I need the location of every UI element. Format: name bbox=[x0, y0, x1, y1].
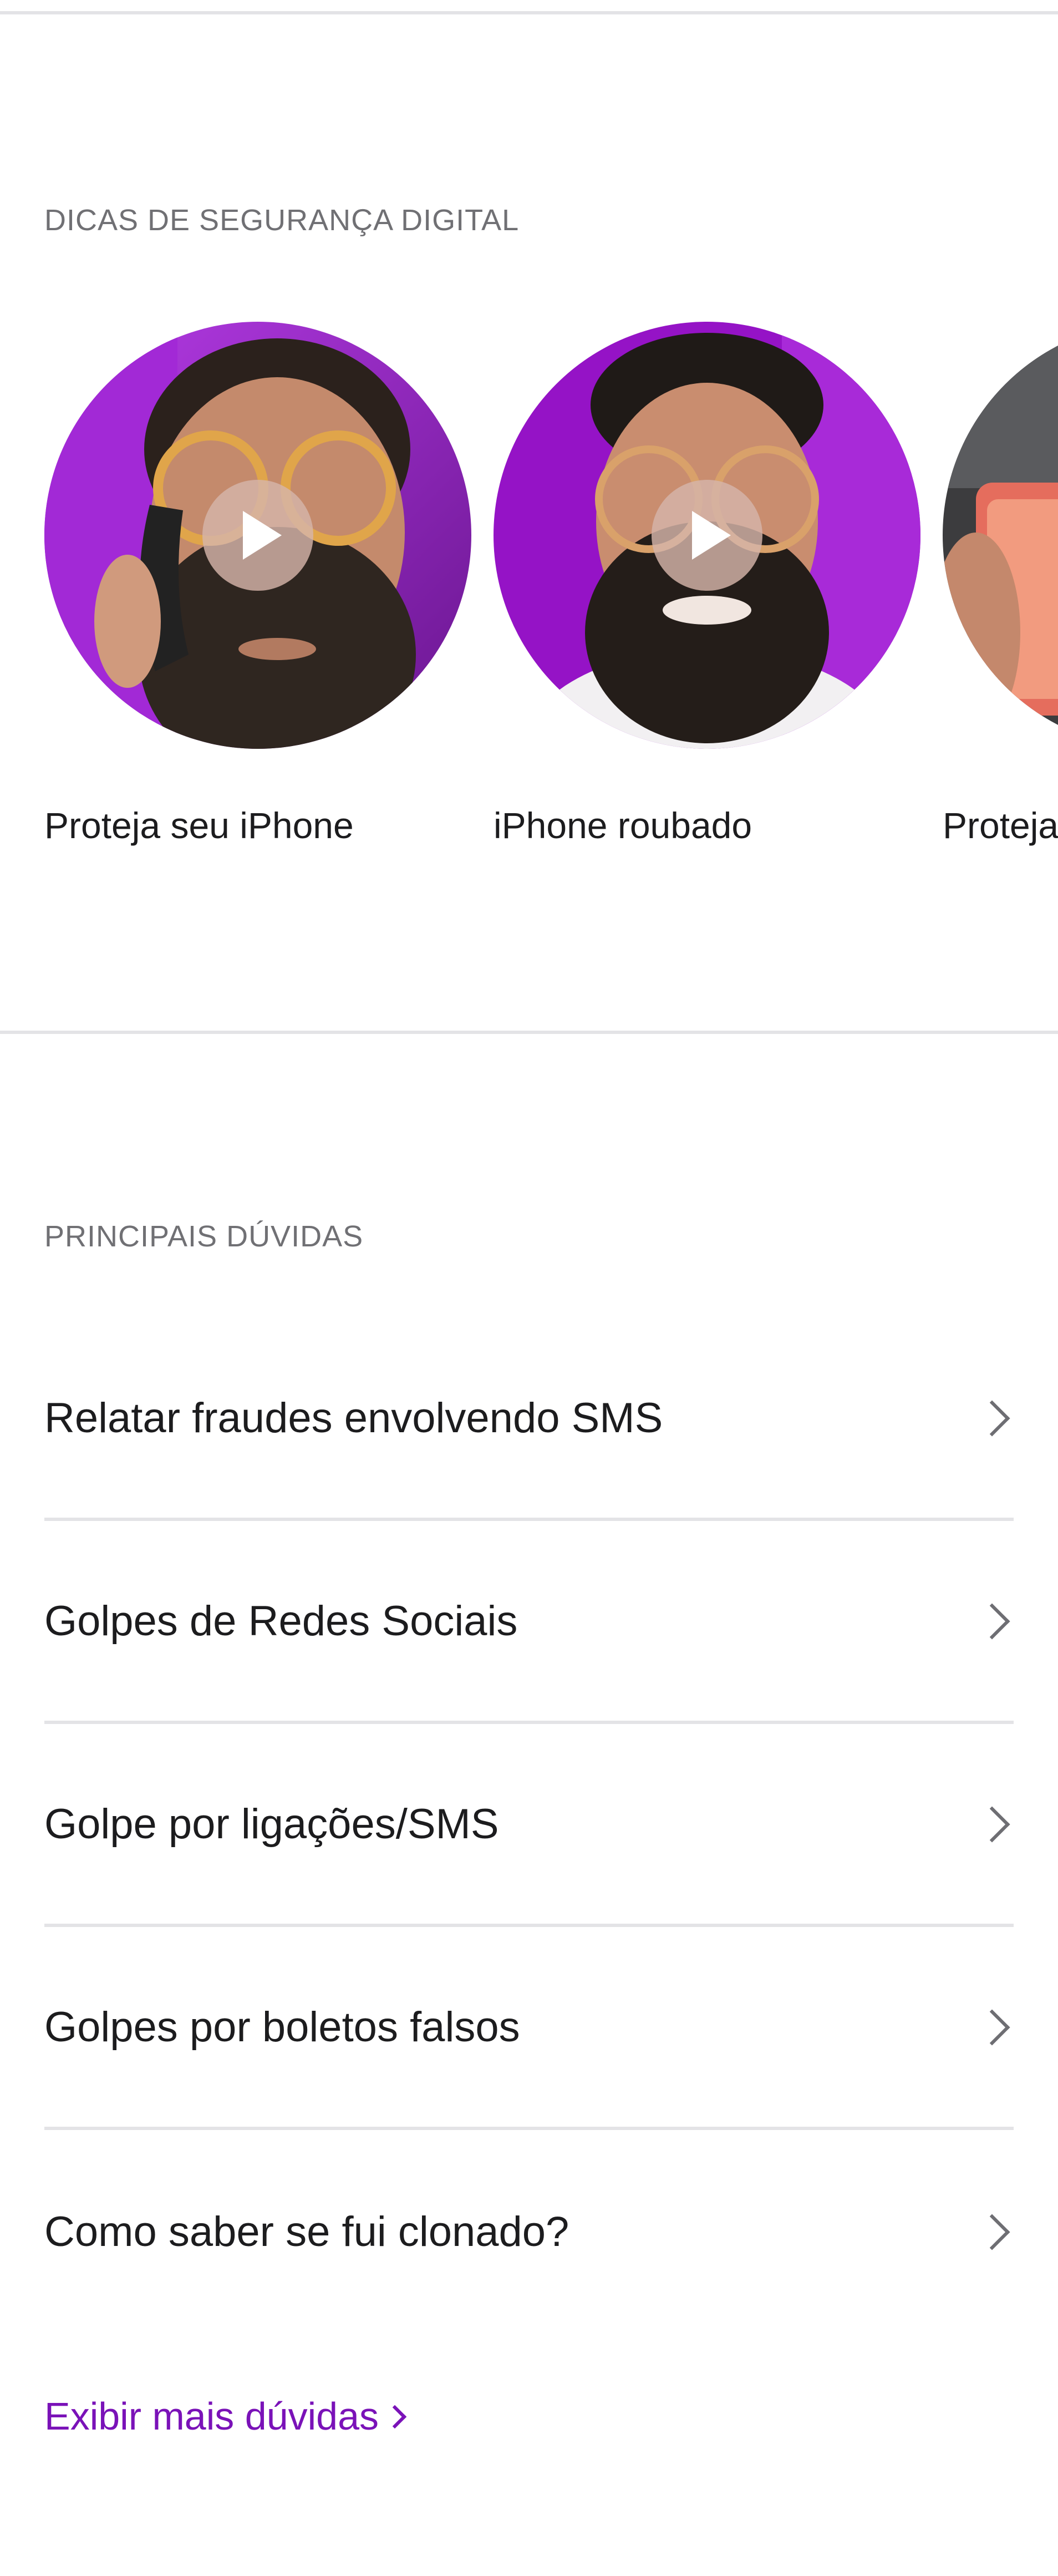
show-more-faq-link[interactable]: Exibir mais dúvidas bbox=[44, 2394, 407, 2438]
chevron-right-icon bbox=[383, 2405, 407, 2429]
video-thumbnail[interactable] bbox=[494, 322, 920, 749]
video-tip-caption: Proteja seu iPhone bbox=[44, 805, 354, 846]
faq-item-sms-fraud[interactable]: Relatar fraudes envolvendo SMS bbox=[44, 1318, 1014, 1521]
video-thumbnail[interactable] bbox=[943, 322, 1058, 749]
faq-item-fake-boletos[interactable]: Golpes por boletos falsos bbox=[44, 1927, 1014, 2130]
tips-section-title: DICAS DE SEGURANÇA DIGITAL bbox=[44, 204, 520, 237]
chevron-right-icon bbox=[974, 1603, 1010, 1640]
video-thumbnail[interactable] bbox=[44, 322, 471, 749]
faq-section-title: PRINCIPAIS DÚVIDAS bbox=[44, 1220, 364, 1253]
faq-item-label: Golpes por boletos falsos bbox=[44, 2003, 520, 2051]
section-divider bbox=[0, 1031, 1058, 1034]
faq-item-label: Golpe por ligações/SMS bbox=[44, 1800, 499, 1848]
video-tip-caption: Proteja bbox=[943, 805, 1058, 846]
security-tips-card: DICAS DE SEGURANÇA DIGITAL Proteja seu i… bbox=[0, 11, 1058, 2576]
faq-item-label: Como saber se fui clonado? bbox=[44, 2208, 569, 2255]
video-tip-protect[interactable]: Proteja bbox=[943, 322, 1058, 846]
faq-item-label: Golpes de Redes Sociais bbox=[44, 1597, 518, 1645]
video-tips-carousel[interactable]: Proteja seu iPhone iPhone roubado Protej… bbox=[0, 308, 1058, 863]
chevron-right-icon bbox=[974, 2214, 1010, 2250]
video-tip-caption: iPhone roubado bbox=[494, 805, 752, 846]
faq-item-social-media-scams[interactable]: Golpes de Redes Sociais bbox=[44, 1521, 1014, 1724]
play-icon[interactable] bbox=[652, 480, 762, 591]
faq-item-call-sms-scams[interactable]: Golpe por ligações/SMS bbox=[44, 1724, 1014, 1927]
chevron-right-icon bbox=[974, 1400, 1010, 1437]
chevron-right-icon bbox=[974, 2009, 1010, 2046]
faq-item-label: Relatar fraudes envolvendo SMS bbox=[44, 1394, 663, 1442]
video-tip-protect-iphone[interactable]: Proteja seu iPhone bbox=[44, 322, 471, 846]
video-tip-stolen-iphone[interactable]: iPhone roubado bbox=[494, 322, 920, 846]
faq-item-cloned[interactable]: Como saber se fui clonado? bbox=[44, 2130, 1014, 2333]
play-icon[interactable] bbox=[202, 480, 313, 591]
faq-list: Relatar fraudes envolvendo SMS Golpes de… bbox=[44, 1318, 1014, 2333]
show-more-faq-label: Exibir mais dúvidas bbox=[44, 2395, 379, 2438]
video-thumbnail-image bbox=[943, 322, 1058, 749]
chevron-right-icon bbox=[974, 1806, 1010, 1843]
